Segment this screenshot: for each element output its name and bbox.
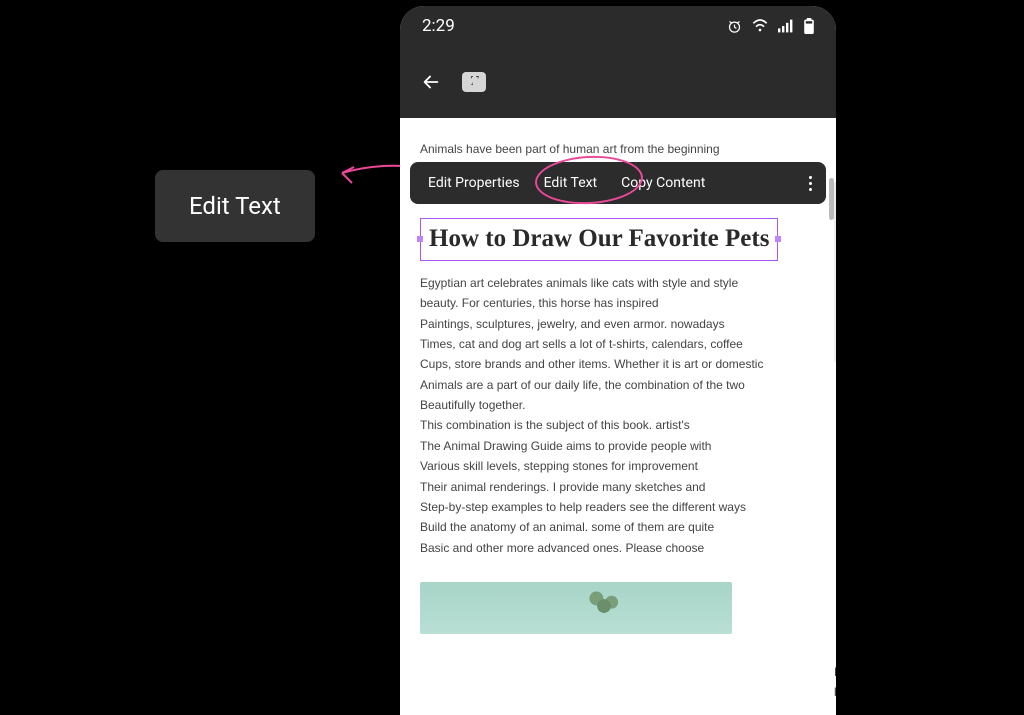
selected-text-block[interactable]: How to Draw Our Favorite Pets [420, 218, 778, 261]
alarm-icon [727, 19, 742, 34]
body-line: Egyptian art celebrates animals like cat… [420, 273, 816, 293]
body-line: Build the anatomy of an animal. some of … [420, 517, 816, 537]
scrollbar-thumb[interactable] [829, 178, 834, 220]
context-toolbar: Edit Properties Edit Text Copy Content [410, 162, 826, 204]
document-body: Egyptian art celebrates animals like cat… [420, 273, 816, 558]
callout-badge: Edit Text [155, 170, 315, 242]
body-line: Paintings, sculptures, jewelry, and even… [420, 314, 816, 334]
body-line: Animals are a part of our daily life, th… [420, 375, 816, 395]
wifi-icon [752, 19, 768, 33]
more-options-button[interactable] [801, 176, 820, 191]
document-heading: How to Draw Our Favorite Pets [429, 225, 769, 254]
copy-content-button[interactable]: Copy Content [609, 175, 717, 191]
body-line: Cups, store brands and other items. Whet… [420, 354, 816, 374]
edit-text-button[interactable]: Edit Text [532, 175, 610, 191]
app-logo-icon[interactable]: T [462, 72, 486, 92]
document-content[interactable]: Animals have been part of human art from… [400, 118, 836, 715]
battery-icon [804, 18, 814, 34]
side-text-peek: Egyptian a beauty. Fo [834, 662, 836, 703]
phone-frame: 2:29 T Animals have been part of human a… [400, 6, 836, 715]
body-line: This combination is the subject of this … [420, 415, 816, 435]
status-bar: 2:29 [400, 6, 836, 46]
adjacent-page-peek: Egyptian a beauty. Fo [834, 118, 836, 715]
body-line: Basic and other more advanced ones. Plea… [420, 538, 816, 558]
body-line: The Animal Drawing Guide aims to provide… [420, 436, 816, 456]
app-bar: T [400, 46, 836, 118]
status-time: 2:29 [422, 16, 455, 36]
body-line: Beautifully together. [420, 395, 816, 415]
signal-icon [778, 19, 794, 33]
document-illustration [420, 582, 732, 634]
body-line: Step-by-step examples to help readers se… [420, 497, 816, 517]
side-image-peek [834, 182, 836, 362]
body-line: Their animal renderings. I provide many … [420, 477, 816, 497]
body-line: beauty. For centuries, this horse has in… [420, 293, 816, 313]
document-intro-line: Animals have been part of human art from… [420, 142, 816, 156]
edit-properties-button[interactable]: Edit Properties [416, 175, 532, 191]
status-icons [727, 18, 814, 34]
callout-label: Edit Text [189, 192, 281, 220]
body-line: Times, cat and dog art sells a lot of t-… [420, 334, 816, 354]
body-line: Various skill levels, stepping stones fo… [420, 456, 816, 476]
back-arrow-icon[interactable] [420, 71, 442, 93]
